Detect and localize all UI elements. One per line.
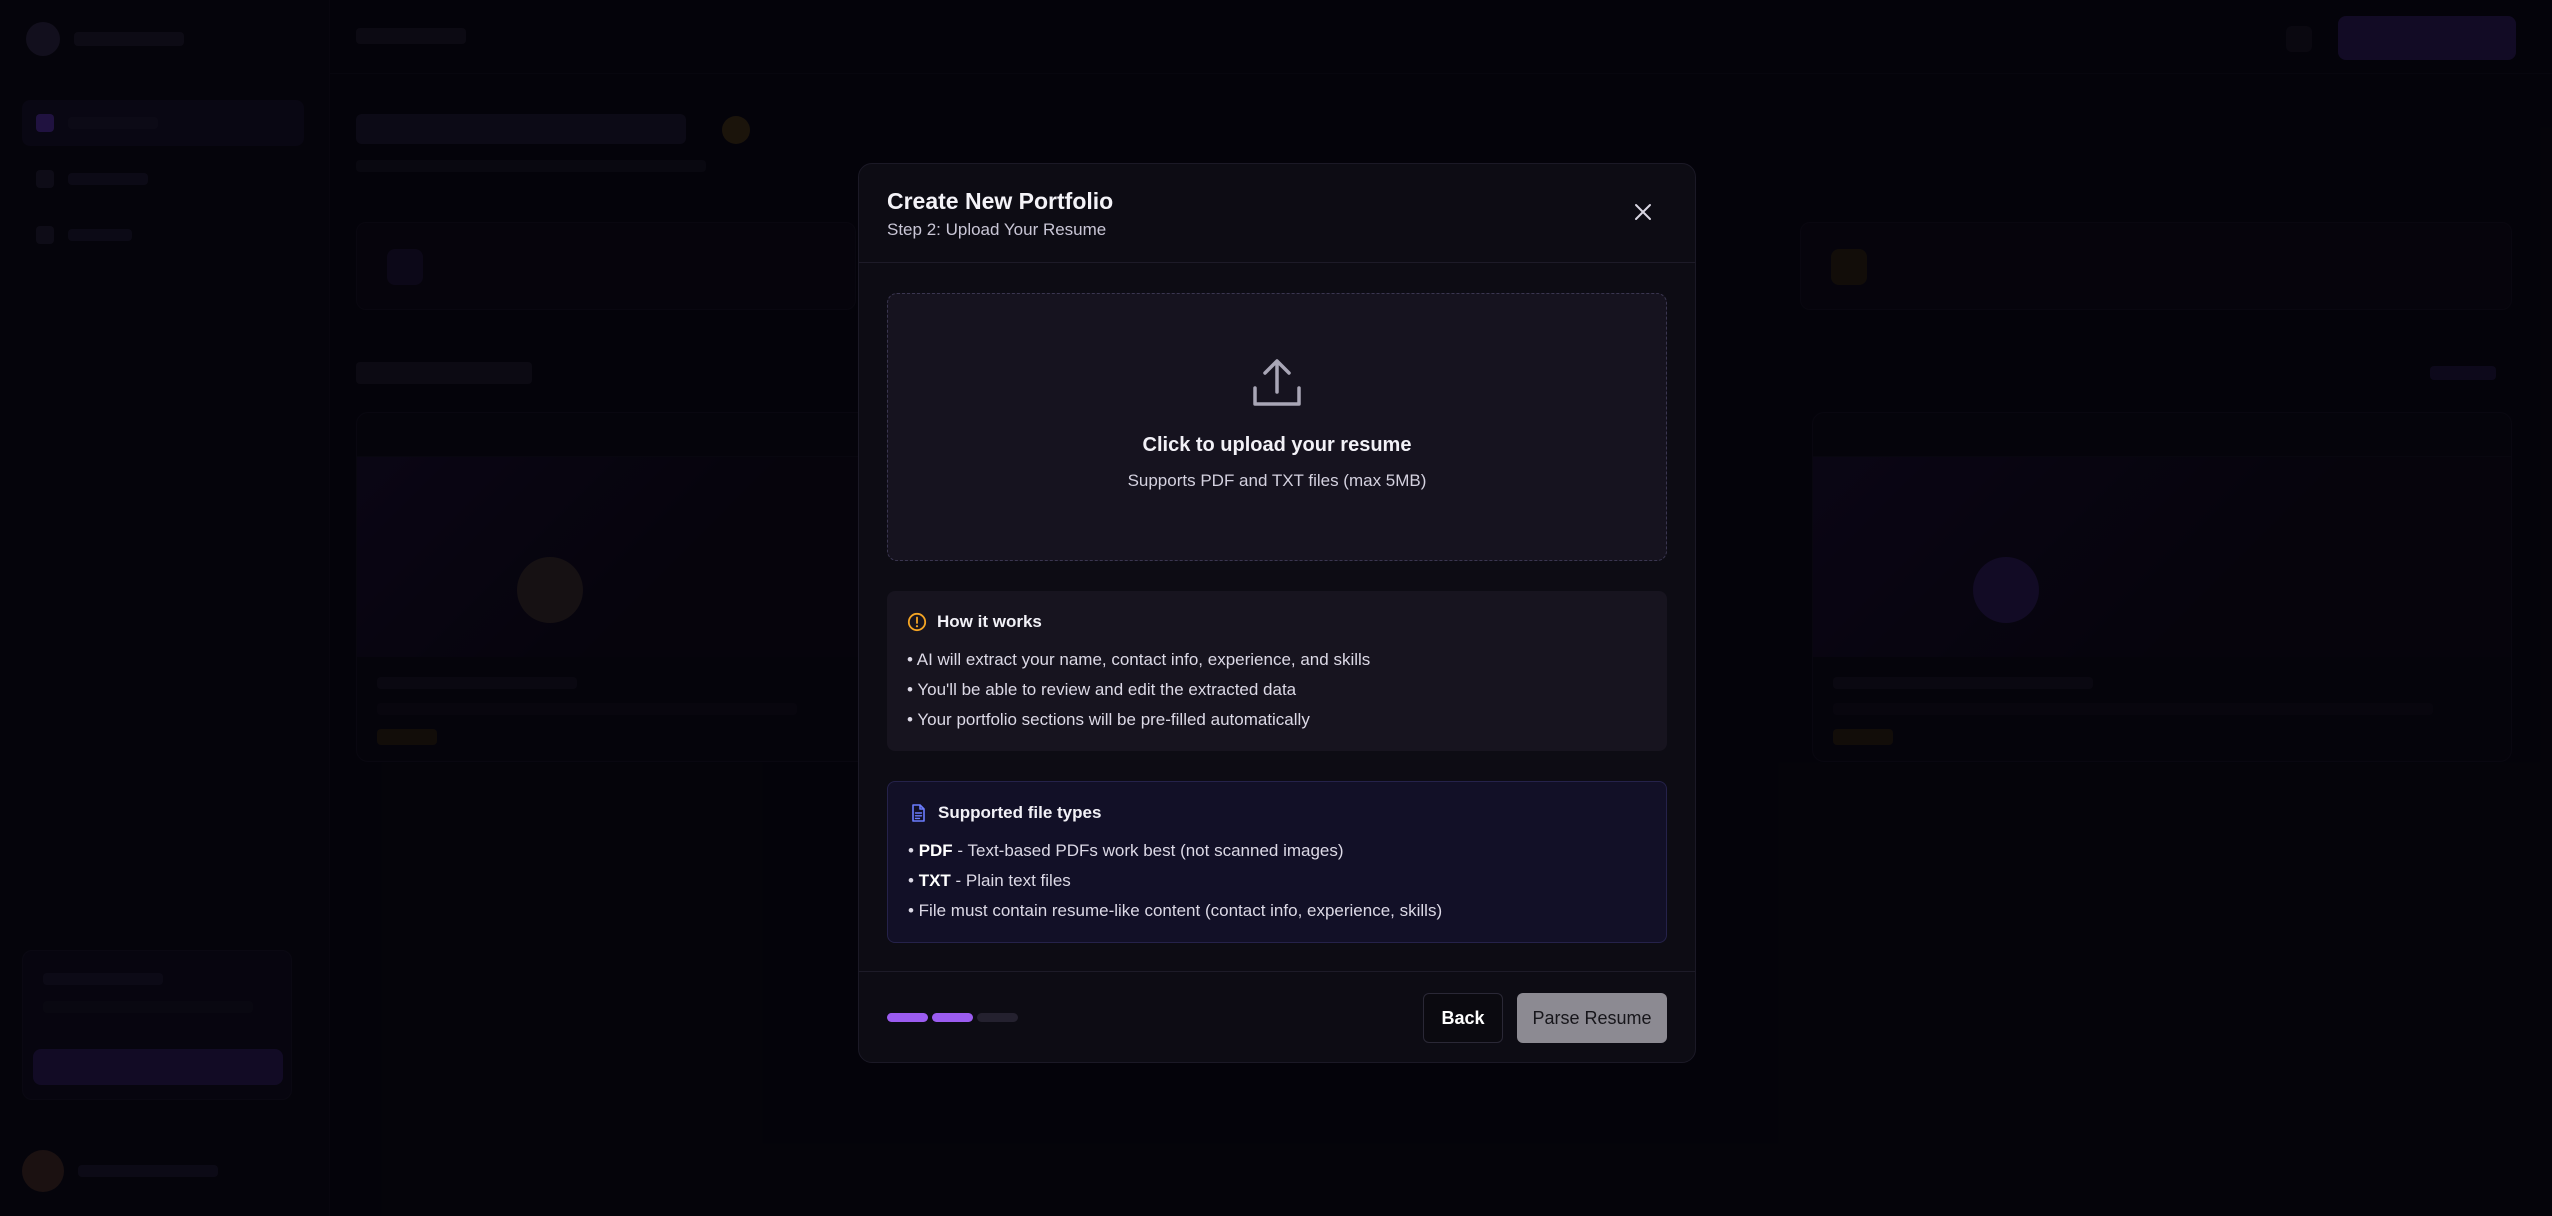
modal-body: Click to upload your resume Supports PDF… — [859, 263, 1695, 943]
resume-upload-dropzone[interactable]: Click to upload your resume Supports PDF… — [887, 293, 1667, 561]
modal-header: Create New Portfolio Step 2: Upload Your… — [859, 164, 1695, 263]
modal-title: Create New Portfolio — [887, 188, 1114, 214]
list-item: • AI will extract your name, contact inf… — [907, 650, 1371, 669]
list-item: • PDF - Text-based PDFs work best (not s… — [908, 841, 1344, 860]
back-button[interactable]: Back — [1423, 993, 1503, 1043]
close-button[interactable] — [1629, 198, 1657, 226]
file-type-label: PDF — [918, 841, 953, 860]
file-type-label: TXT — [918, 871, 951, 890]
document-icon — [912, 804, 925, 822]
how-it-works-list: • AI will extract your name, contact inf… — [907, 645, 1647, 735]
file-types-title: Supported file types — [938, 803, 1102, 822]
how-it-works-title: How it works — [937, 612, 1042, 631]
list-item: • Your portfolio sections will be pre-fi… — [907, 710, 1310, 729]
modal-footer: Back Parse Resume — [859, 971, 1695, 1062]
step-indicator — [887, 1013, 928, 1022]
list-item: • TXT - Plain text files — [908, 871, 1071, 890]
parse-resume-button[interactable]: Parse Resume — [1517, 993, 1667, 1043]
file-types-list: • PDF - Text-based PDFs work best (not s… — [908, 836, 1646, 926]
how-it-works-box: How it works • AI will extract your name… — [887, 591, 1667, 751]
step-indicator — [932, 1013, 973, 1022]
close-icon — [1635, 204, 1651, 220]
list-item: • You'll be able to review and edit the … — [907, 680, 1297, 699]
modal-subtitle: Step 2: Upload Your Resume — [887, 220, 1107, 239]
upload-icon — [1253, 359, 1301, 406]
create-portfolio-modal: Create New Portfolio Step 2: Upload Your… — [858, 163, 1696, 1063]
step-progress — [887, 1013, 1018, 1022]
upload-subtitle: Supports PDF and TXT files (max 5MB) — [1127, 471, 1427, 490]
step-indicator — [977, 1013, 1018, 1022]
supported-file-types-box: Supported file types • PDF - Text-based … — [887, 781, 1667, 943]
list-item: • File must contain resume-like content … — [908, 901, 1443, 920]
alert-circle-icon — [907, 612, 927, 632]
upload-title: Click to upload your resume — [1142, 434, 1412, 456]
